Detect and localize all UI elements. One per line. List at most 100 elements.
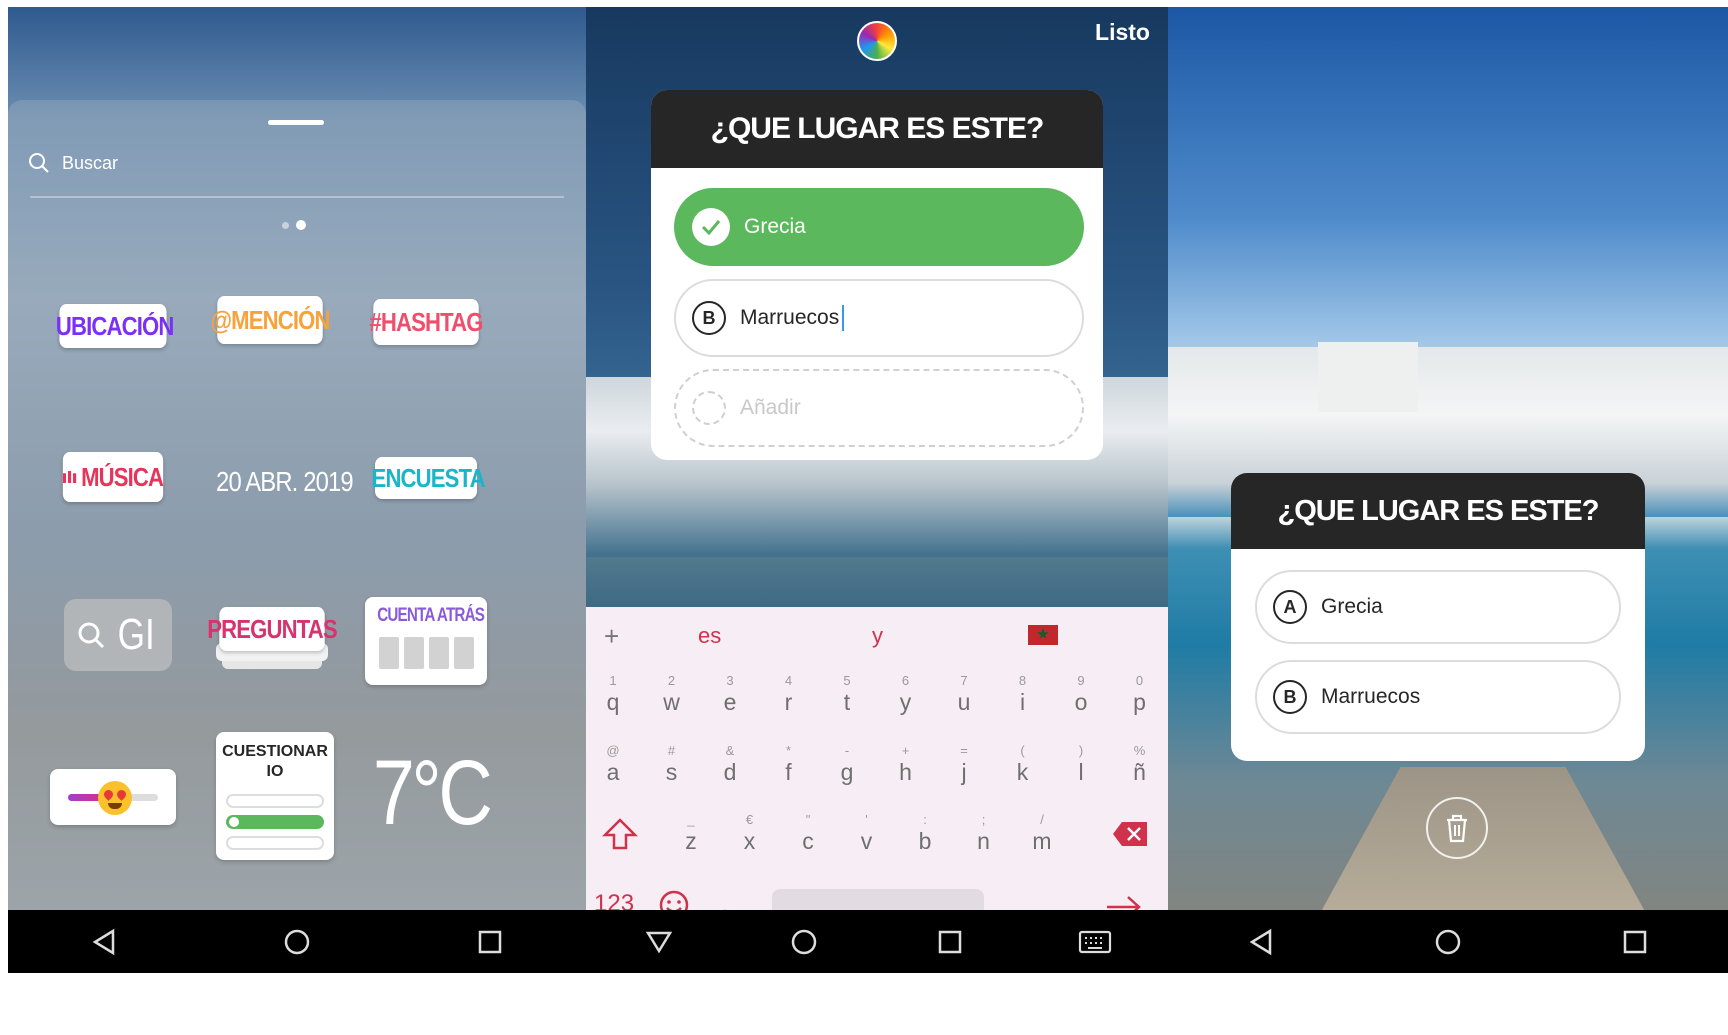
poll-sticker-label: ENCUESTA xyxy=(371,462,486,493)
key-w[interactable]: 2w xyxy=(652,673,692,716)
music-sticker[interactable]: MÚSICA xyxy=(62,452,164,502)
key-secondary-label: 9 xyxy=(1077,673,1085,688)
emoji-slider-sticker[interactable] xyxy=(50,769,176,825)
quiz-option-a[interactable]: A Grecia xyxy=(1255,570,1621,644)
quiz-title[interactable]: ¿QUE LUGAR ES ESTE? xyxy=(651,90,1103,168)
countdown-box xyxy=(403,637,424,669)
key-b[interactable]: :b xyxy=(905,812,945,855)
key-label: n xyxy=(977,828,990,854)
key-secondary-label: # xyxy=(667,743,676,758)
sheet-handle[interactable] xyxy=(268,120,324,125)
key-ñ[interactable]: % ñ xyxy=(1120,743,1160,786)
mention-sticker[interactable]: @MENCIÓN xyxy=(210,296,330,344)
key-v[interactable]: ' v xyxy=(847,812,887,855)
morocco-flag-emoji-icon[interactable] xyxy=(1028,625,1058,645)
hashtag-sticker[interactable]: #HASHTAG xyxy=(369,299,483,345)
hashtag-sticker-label: #HASHTAG xyxy=(369,306,483,337)
key-label: h xyxy=(899,759,912,785)
home-button[interactable] xyxy=(787,925,821,959)
key-n[interactable]: ; n xyxy=(964,812,1004,855)
key-q[interactable]: 1q xyxy=(593,673,633,716)
recents-button[interactable] xyxy=(933,925,967,959)
back-button[interactable] xyxy=(87,925,121,959)
date-sticker[interactable]: 20 ABR. 2019 xyxy=(216,466,354,498)
quiz-sticker-option-correct xyxy=(226,815,324,829)
suggestion-es[interactable]: es xyxy=(698,623,721,649)
quiz-option-b-input[interactable]: Marruecos xyxy=(740,306,839,330)
key-r[interactable]: 4r xyxy=(769,673,809,716)
done-button[interactable]: Listo xyxy=(1095,19,1150,46)
keyboard-switch-button[interactable] xyxy=(1078,925,1112,959)
location-sticker[interactable]: UBICACIÓN xyxy=(56,304,174,348)
key-m[interactable]: / m xyxy=(1022,812,1062,855)
quiz-option-b[interactable]: B Marruecos xyxy=(674,279,1084,357)
questions-sticker[interactable]: PREGUNTAS xyxy=(207,607,338,673)
heart-eye-left xyxy=(102,788,115,801)
key-l[interactable]: ) l xyxy=(1061,743,1101,786)
key-u[interactable]: 7u xyxy=(944,673,984,716)
quiz-option-a-correct[interactable]: Grecia xyxy=(674,188,1084,266)
key-secondary-label: _ xyxy=(687,812,695,827)
key-secondary-label: 6 xyxy=(901,673,910,688)
delete-button[interactable] xyxy=(1426,797,1488,859)
key-secondary-label: 0 xyxy=(1135,673,1144,688)
key-z[interactable]: _ z xyxy=(671,812,711,855)
home-button[interactable] xyxy=(280,925,314,959)
keyboard-plus-button[interactable]: + xyxy=(604,621,619,652)
key-i[interactable]: 8i xyxy=(1003,673,1043,716)
countdown-box xyxy=(428,637,449,669)
key-secondary-label: : xyxy=(923,812,927,827)
key-y[interactable]: 6y xyxy=(886,673,926,716)
key-k[interactable]: (k xyxy=(1003,743,1043,786)
key-p[interactable]: 0p xyxy=(1120,673,1160,716)
android-nav-bar xyxy=(586,910,1168,973)
home-circle-icon xyxy=(1435,929,1461,954)
hide-keyboard-button[interactable] xyxy=(642,925,676,959)
backspace-key[interactable] xyxy=(1112,821,1148,851)
back-button[interactable] xyxy=(1244,925,1278,959)
quiz-sticker[interactable]: CUESTIONARIO xyxy=(216,732,334,860)
quiz-sticker-option xyxy=(226,794,324,808)
page-dot xyxy=(282,221,289,229)
sticker-search[interactable]: Buscar xyxy=(28,152,118,174)
key-label: l xyxy=(1078,759,1084,785)
countdown-sticker[interactable]: CUENTA ATRÁS xyxy=(365,597,487,685)
keyboard: + es y 1q 2w 3e 4r 5t 6y 7u 8i 9o 0p @ a # s & d * f - g + h… xyxy=(586,607,1168,923)
key-label: o xyxy=(1074,689,1088,715)
key-e[interactable]: 3e xyxy=(710,673,750,716)
suggestion-y[interactable]: y xyxy=(872,623,883,649)
key-c[interactable]: " c xyxy=(788,812,828,855)
page-indicator xyxy=(282,220,306,230)
key-h[interactable]: + h xyxy=(886,743,926,786)
gif-sticker[interactable]: GI xyxy=(64,599,172,671)
shift-key[interactable] xyxy=(601,817,639,855)
search-divider xyxy=(30,196,564,198)
key-secondary-label: @ xyxy=(606,743,620,758)
recents-button[interactable] xyxy=(1618,925,1652,959)
poll-sticker[interactable]: ENCUESTA xyxy=(372,457,486,499)
key-s[interactable]: # s xyxy=(652,743,692,786)
home-button[interactable] xyxy=(1431,925,1465,959)
key-x[interactable]: € x xyxy=(730,812,770,855)
quiz-option-b[interactable]: B Marruecos xyxy=(1255,660,1621,734)
recents-button[interactable] xyxy=(473,925,507,959)
key-secondary-label: ; xyxy=(981,812,986,827)
key-label: b xyxy=(918,828,932,854)
key-t[interactable]: 5t xyxy=(827,673,867,716)
quiz-sticker-label: CUESTIONARIO xyxy=(222,743,328,780)
page-dot-active xyxy=(296,220,306,230)
key-g[interactable]: -g xyxy=(827,743,867,786)
key-d[interactable]: & d xyxy=(710,743,750,786)
add-option-button[interactable]: Añadir xyxy=(674,369,1084,447)
option-letter-b: B xyxy=(692,301,726,335)
key-o[interactable]: 9o xyxy=(1061,673,1101,716)
color-picker-button[interactable] xyxy=(857,21,897,61)
temperature-sticker[interactable]: 7°C xyxy=(373,741,493,846)
search-icon xyxy=(78,622,104,649)
heart-eye-right xyxy=(115,788,128,801)
key-secondary-label: 4 xyxy=(784,673,793,688)
quiz-option-b-label: Marruecos xyxy=(1321,685,1421,708)
key-a[interactable]: @ a xyxy=(593,743,633,786)
key-f[interactable]: * f xyxy=(769,743,809,786)
key-j[interactable]: = j xyxy=(944,743,984,786)
